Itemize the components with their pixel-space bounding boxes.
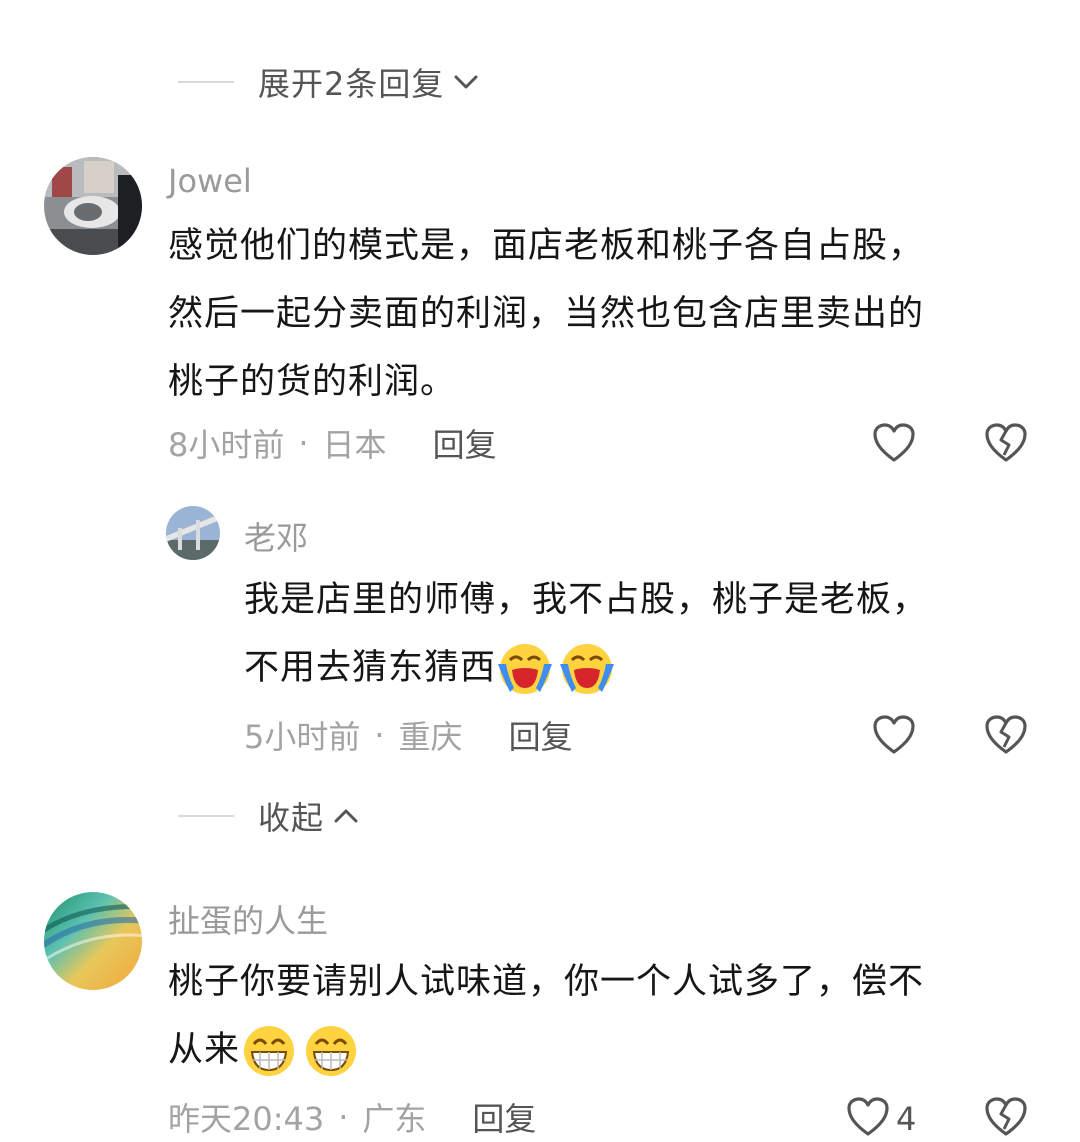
comment-text-line: 不用去猜东猜西 [244,634,928,702]
like-button[interactable] [872,422,916,468]
comment-text: 我是店里的师傅，我不占股，桃子是老板， 不用去猜东猜西 [244,566,928,702]
loudly-crying-emoji [498,644,553,694]
broken-heart-icon[interactable] [984,422,1028,468]
timestamp: 昨天20:43 [168,1100,325,1138]
comment-text-line: 桃子你要请别人试味道，你一个人试多了，偿不 [168,962,925,1002]
timestamp: 8小时前 [168,426,285,464]
grinning-emoji [306,1026,357,1076]
broken-heart-icon[interactable] [984,714,1028,760]
grinning-emoji [244,1026,295,1076]
expand-replies-row[interactable]: 展开2条回复 [178,57,480,107]
comment-text-line: 桃子的货的利润。 [168,362,457,402]
username[interactable]: Jowel [168,162,252,200]
divider-line [178,81,234,83]
like-button[interactable]: 4 [846,1096,916,1142]
comment-text: 桃子你要请别人试味道，你一个人试多了，偿不 从来 [168,948,924,1084]
avatar[interactable] [44,157,142,255]
avatar[interactable] [166,506,220,560]
heart-icon[interactable] [872,422,916,468]
like-button[interactable] [872,714,916,760]
heart-icon[interactable] [846,1096,890,1142]
comment-meta: 8小时前 · 日本 回复 [168,421,497,465]
divider-line [178,815,234,817]
timestamp: 5小时前 [244,718,361,756]
comment-text-line: 然后一起分卖面的利润，当然也包含店里卖出的 [168,294,925,334]
comment-text: 感觉他们的模式是，面店老板和桃子各自占股， 然后一起分卖面的利润，当然也包含店里… [168,212,924,416]
avatar[interactable] [44,892,142,990]
comment-text-line: 我是店里的师傅，我不占股，桃子是老板， [244,580,929,620]
reply-button[interactable]: 回复 [509,712,573,758]
location: 重庆 [398,718,463,756]
comment-text-segment: 从来 [168,1030,241,1070]
separator-dot: · [338,1098,349,1136]
collapse-replies-row[interactable]: 收起 [178,791,360,841]
chevron-up-icon[interactable] [332,806,360,826]
comment-meta: 昨天20:43 · 广东 回复 [168,1095,536,1139]
reply-button[interactable]: 回复 [433,420,497,466]
username[interactable]: 扯蛋的人生 [168,896,328,942]
comment-meta: 5小时前 · 重庆 回复 [244,713,573,757]
reply-button[interactable]: 回复 [472,1094,536,1140]
loudly-crying-emoji [560,644,615,694]
dislike-button[interactable] [984,714,1028,760]
expand-replies-label[interactable]: 展开2条回复 [258,59,444,105]
like-count: 4 [896,1100,917,1138]
comment-text-segment: 不用去猜东猜西 [244,648,497,688]
location: 日本 [322,426,387,464]
location: 广东 [362,1100,427,1138]
chevron-down-icon[interactable] [452,72,480,92]
comment-text-line: 感觉他们的模式是，面店老板和桃子各自占股， [168,226,925,266]
dislike-button[interactable] [984,1096,1028,1142]
username[interactable]: 老邓 [244,513,308,559]
heart-icon[interactable] [872,714,916,760]
separator-dot: · [374,716,385,754]
dislike-button[interactable] [984,422,1028,468]
comment-text-line: 从来 [168,1016,924,1084]
separator-dot: · [298,424,309,462]
broken-heart-icon[interactable] [984,1096,1028,1142]
collapse-replies-label[interactable]: 收起 [258,793,324,839]
